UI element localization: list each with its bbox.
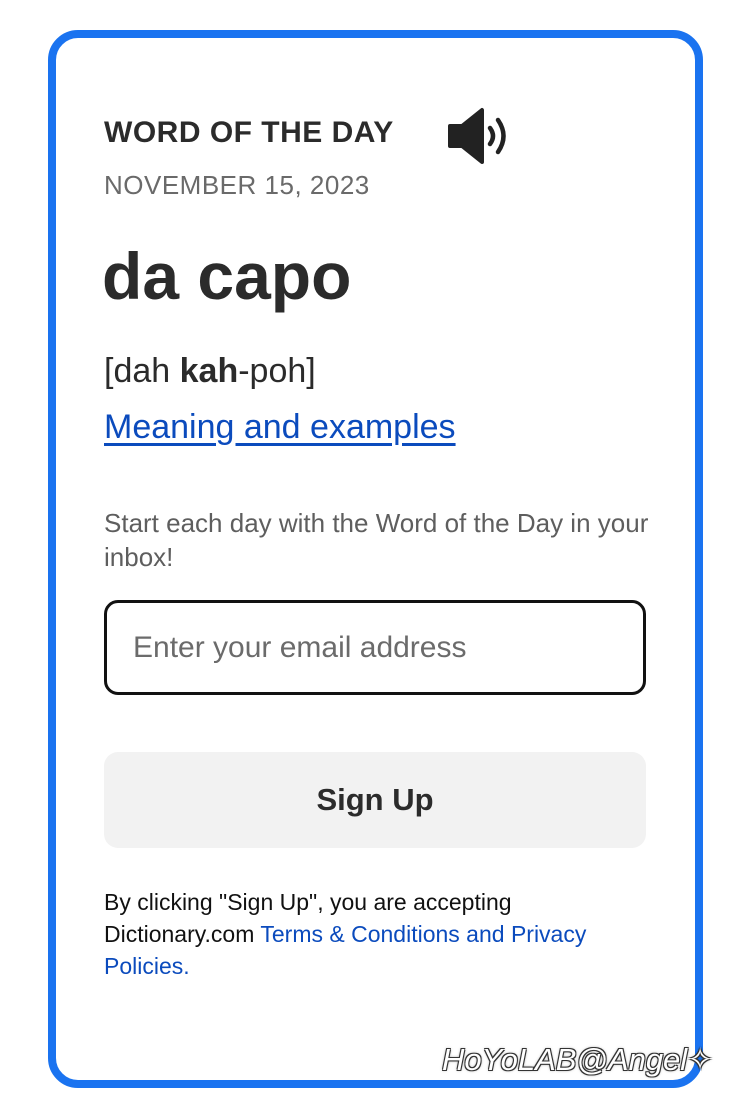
word-date: NOVEMBER 15, 2023 [104, 170, 370, 200]
newsletter-promo-text: Start each day with the Word of the Day … [104, 508, 649, 572]
pronunciation-stressed-syllable: kah [179, 352, 239, 390]
section-label: WORD OF THE DAY [104, 116, 394, 149]
meaning-and-examples-link[interactable]: Meaning and examples [104, 408, 456, 447]
word-title: da capo [102, 239, 352, 313]
pronunciation: [dah kah-poh] [104, 352, 316, 391]
pronunciation-start: [dah [104, 352, 180, 390]
watermark: HoYoLAB@Angel✧ [442, 1042, 714, 1077]
word-of-the-day-card: WORD OF THE DAY NOVEMBER 15, 2023 da cap… [48, 30, 703, 1088]
legal-notice: By clicking "Sign Up", you are accepting… [104, 886, 644, 982]
speaker-volume-icon[interactable] [446, 106, 518, 166]
pronunciation-end: -poh] [238, 352, 316, 390]
email-input[interactable] [104, 600, 646, 695]
sign-up-button[interactable]: Sign Up [104, 752, 646, 848]
